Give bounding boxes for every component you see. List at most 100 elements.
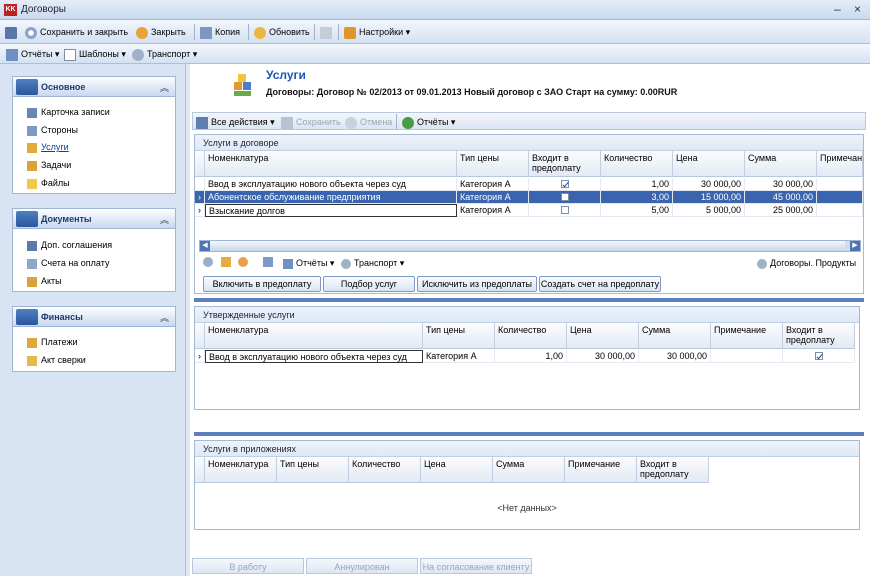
scroll-thumb[interactable] [210,241,845,251]
col-price[interactable]: Цена [567,323,639,349]
nav-group-finance: Финансы ︽ Платежи Акт сверки [12,306,176,372]
actions-reports-menu[interactable]: Отчёты ▾ [402,115,455,129]
cancel-button[interactable]: Отмена [345,115,392,129]
file-icon [27,178,37,189]
nav-group-documents: Документы ︽ Доп. соглашения Счета на опла… [12,208,176,292]
edit-icon[interactable] [221,257,231,267]
col-sum[interactable]: Сумма [745,151,817,177]
include-prepay-button[interactable]: Включить в предоплату [203,276,321,292]
delete-icon[interactable] [238,257,248,267]
close-doc-button[interactable]: Закрыть [136,25,186,39]
col-note[interactable]: Примечание [711,323,783,349]
col-nomenclature[interactable]: Номенклатура [205,323,423,349]
nav-item-reconciliation[interactable]: Акт сверки [27,353,86,367]
settings-icon [344,26,356,39]
save-icon-button[interactable] [5,25,20,39]
splitter-handle[interactable] [194,294,864,302]
col-price-type[interactable]: Тип цены [423,323,495,349]
col-price[interactable]: Цена [673,151,745,177]
grid-transport-menu[interactable]: Транспорт ▾ [341,256,404,270]
grid-caption: Услуги в договоре [195,135,863,151]
col-prepay[interactable]: Входит в предоплату [783,323,855,349]
scroll-right-icon[interactable]: ▶ [850,241,860,251]
nav-item-invoices[interactable]: Счета на оплату [27,256,109,270]
add-icon[interactable] [203,257,213,267]
col-sum[interactable]: Сумма [639,323,711,349]
title-bar: KK Договоры – × [0,0,870,20]
minimize-button[interactable]: – [834,2,841,16]
col-note[interactable]: Примечание [565,457,637,483]
splitter-handle[interactable] [194,428,864,436]
reports-menu[interactable]: Отчёты ▾ [6,47,59,61]
nav-item-agreements[interactable]: Доп. соглашения [27,238,112,252]
move-icon[interactable] [263,257,273,267]
exclude-prepay-button[interactable]: Исключить из предоплаты [417,276,537,292]
group-icon [16,211,38,227]
create-invoice-button[interactable]: Создать счет на предоплату [539,276,661,292]
nav-group-header[interactable]: Финансы ︽ [13,307,175,327]
invoice-icon [27,258,37,269]
col-quantity[interactable]: Количество [601,151,673,177]
nav-item-record-card[interactable]: Карточка записи [27,105,110,119]
refresh-button[interactable]: Обновить [254,25,310,39]
col-price-type[interactable]: Тип цены [457,151,529,177]
grid-caption: Утвержденные услуги [195,307,859,323]
transport-icon [341,258,351,269]
col-prepay[interactable]: Входит в предоплату [637,457,709,483]
home-button[interactable] [320,25,335,39]
transport-icon [132,48,144,61]
col-note[interactable]: Примечание [817,151,863,177]
col-quantity[interactable]: Количество [495,323,567,349]
nav-item-payments[interactable]: Платежи [27,335,78,349]
nav-item-acts[interactable]: Акты [27,274,62,288]
annulled-button[interactable]: Аннулирован [306,558,418,574]
grid-reports-menu[interactable]: Отчёты ▾ [283,256,334,270]
group-icon [16,309,38,325]
col-quantity[interactable]: Количество [349,457,421,483]
col-price[interactable]: Цена [421,457,493,483]
save-close-button[interactable]: Сохранить и закрыть [25,25,128,39]
home-icon [320,26,332,39]
close-button[interactable]: × [854,2,861,16]
prepay-checkbox[interactable] [814,352,823,360]
col-nomenclature[interactable]: Номенклатура [205,151,457,177]
collapse-icon[interactable]: ︽ [160,213,169,226]
payments-icon [27,337,37,348]
card-icon [27,107,37,118]
settings-menu[interactable]: Настройки ▾ [344,25,410,39]
prepay-checkbox[interactable] [560,206,569,214]
collapse-icon[interactable]: ︽ [160,81,169,94]
select-services-button[interactable]: Подбор услуг [323,276,415,292]
row-indicator-header [195,457,205,483]
transport-menu[interactable]: Транспорт ▾ [132,47,197,61]
cancel-icon [345,116,357,129]
col-nomenclature[interactable]: Номенклатура [205,457,277,483]
scroll-left-icon[interactable]: ◀ [200,241,210,251]
products-link[interactable]: Договоры. Продукты [757,256,856,270]
col-prepay[interactable]: Входит в предоплату [529,151,601,177]
reports-icon [283,258,293,269]
all-actions-menu[interactable]: Все действия ▾ [196,115,275,129]
nav-item-files[interactable]: Файлы [27,176,70,190]
reports-arrow-icon [402,116,414,129]
nav-item-tasks[interactable]: Задачи [27,158,71,172]
nav-group-header[interactable]: Основное ︽ [13,77,175,97]
agreements-icon [27,240,37,251]
services-header-icon [232,74,254,96]
prepay-checkbox[interactable] [560,180,569,188]
tasks-icon [27,160,37,171]
collapse-icon[interactable]: ︽ [160,311,169,324]
col-price-type[interactable]: Тип цены [277,457,349,483]
nav-group-header[interactable]: Документы ︽ [13,209,175,229]
nav-item-parties[interactable]: Стороны [27,123,78,137]
col-sum[interactable]: Сумма [493,457,565,483]
templates-menu[interactable]: Шаблоны ▾ [64,47,126,61]
copy-button[interactable]: Копия [200,25,240,39]
in-work-button[interactable]: В работу [192,558,304,574]
send-approval-button[interactable]: На согласование клиенту [420,558,532,574]
save-button[interactable]: Сохранить [281,115,341,129]
horizontal-scrollbar[interactable]: ◀ ▶ [199,240,861,252]
prepay-checkbox[interactable] [560,193,569,201]
nav-item-services[interactable]: Услуги [27,140,69,154]
template-icon [64,48,76,61]
